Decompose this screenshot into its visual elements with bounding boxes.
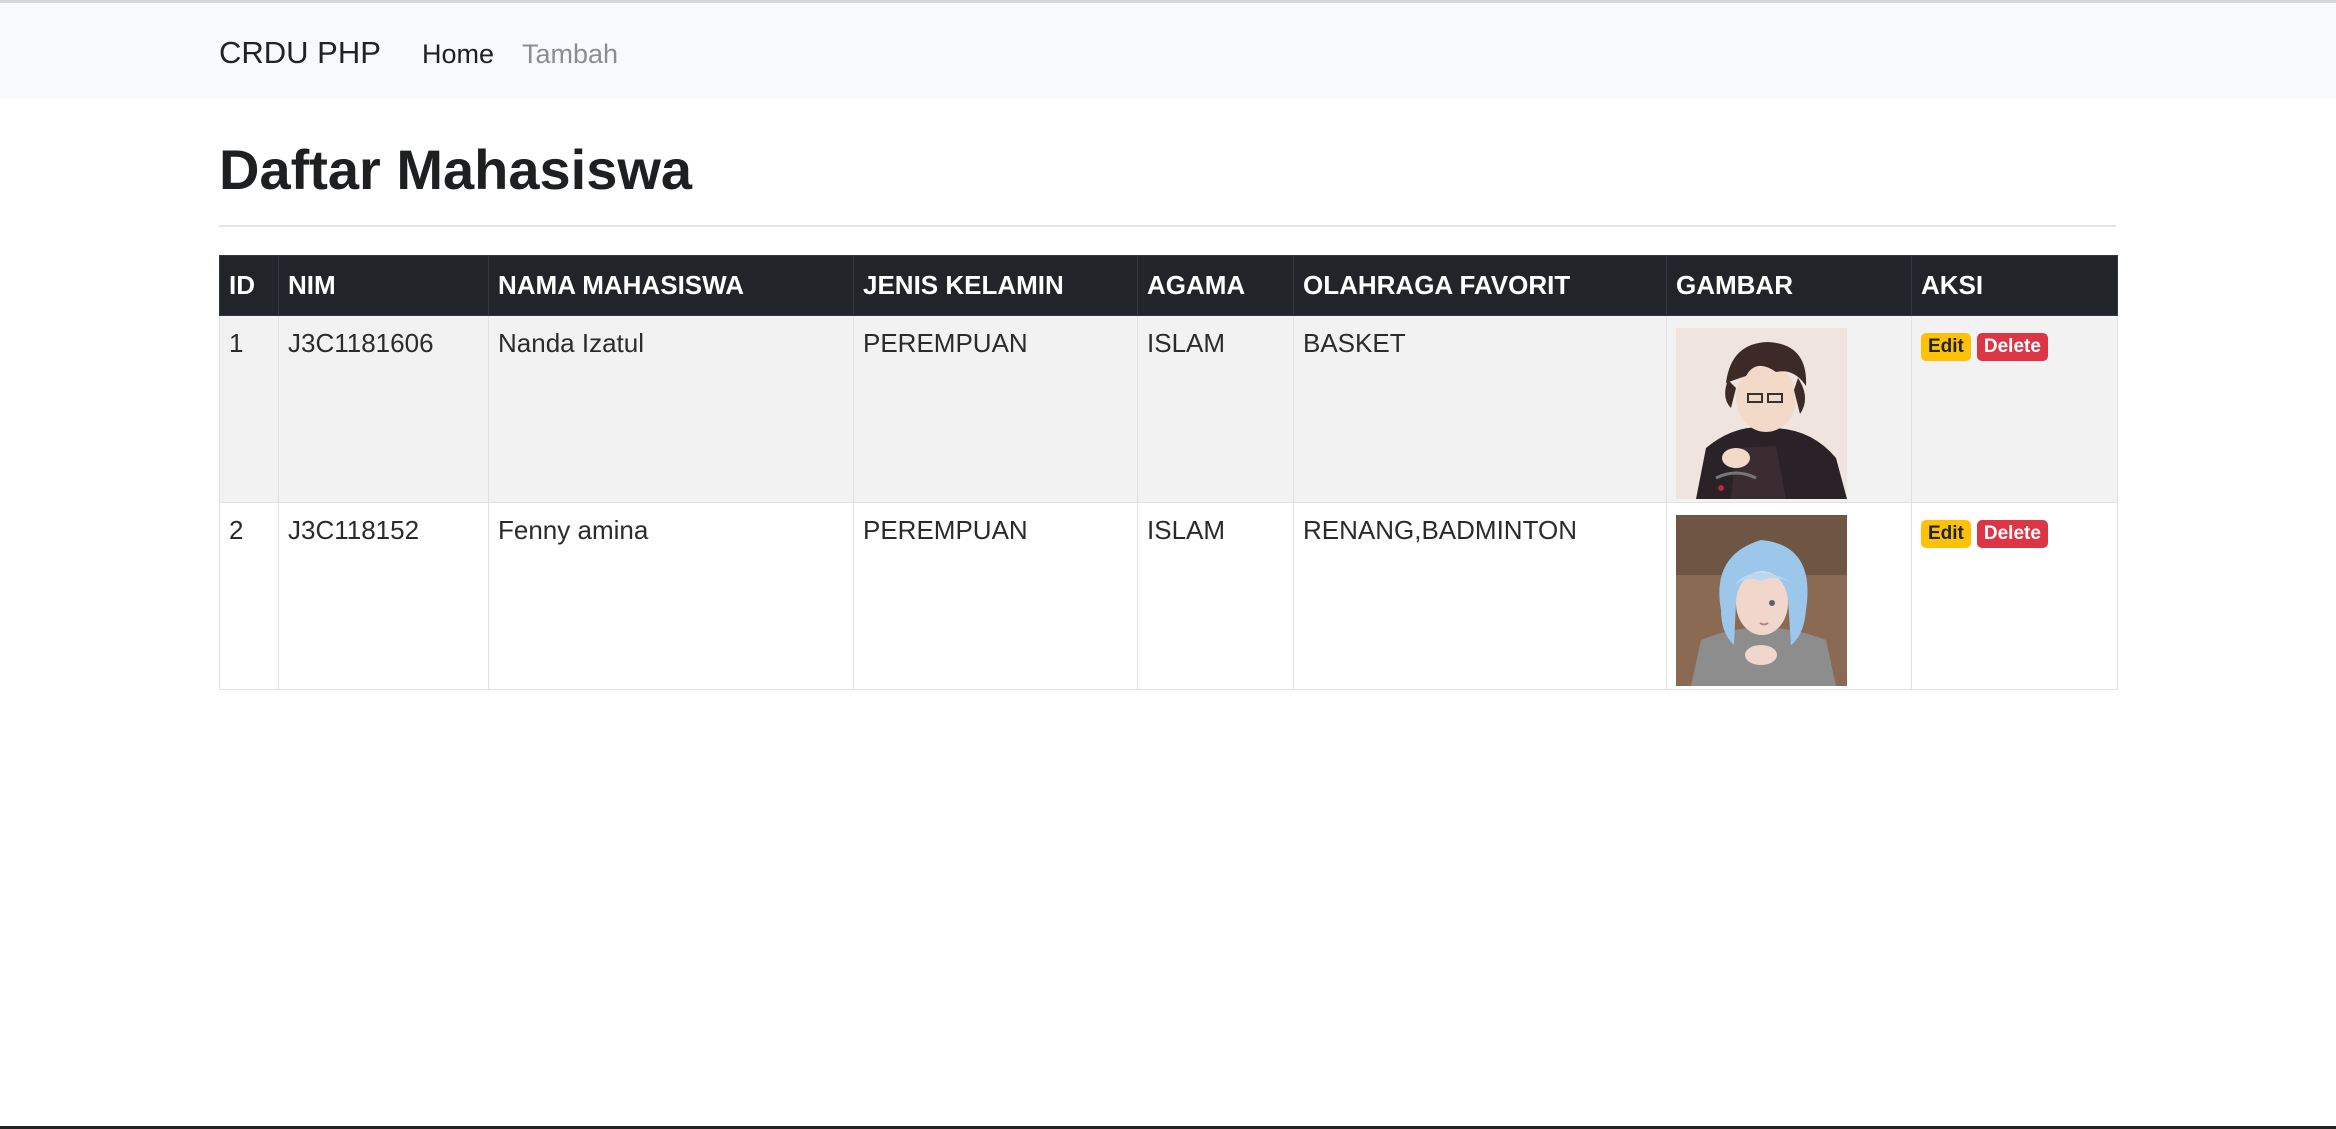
cell-nama: Nanda Izatul	[488, 315, 854, 503]
navbar-brand[interactable]: CRDU PHP	[219, 33, 381, 73]
column-header-id: ID	[219, 255, 279, 316]
cell-gambar	[1666, 315, 1912, 503]
delete-button[interactable]: Delete	[1976, 520, 2048, 548]
nav-link-home[interactable]: Home	[422, 36, 494, 72]
mahasiswa-table: ID NIM NAMA MAHASISWA JENIS KELAMIN AGAM…	[219, 255, 2118, 690]
column-header-nim: NIM	[278, 255, 489, 316]
cell-id: 1	[219, 315, 279, 503]
column-header-aksi: AKSI	[1911, 255, 2118, 316]
edit-button[interactable]: Edit	[1921, 520, 1971, 548]
table-row: 1 J3C1181606 Nanda Izatul PEREMPUAN ISLA…	[219, 315, 2118, 503]
column-header-gambar: GAMBAR	[1666, 255, 1912, 316]
cell-nim: J3C1181606	[278, 315, 489, 503]
cell-nim: J3C118152	[278, 502, 489, 690]
cell-jenis-kelamin: PEREMPUAN	[853, 502, 1138, 690]
column-header-jenis-kelamin: JENIS KELAMIN	[853, 255, 1138, 316]
cell-aksi: Edit Delete	[1911, 315, 2118, 503]
cell-id: 2	[219, 502, 279, 690]
cell-nama: Fenny amina	[488, 502, 854, 690]
cell-olahraga: BASKET	[1293, 315, 1667, 503]
student-photo-girl	[1676, 515, 1847, 686]
student-photo-boy	[1676, 328, 1847, 499]
cell-agama: ISLAM	[1137, 502, 1294, 690]
cell-gambar	[1666, 502, 1912, 690]
title-divider	[219, 225, 2116, 227]
cell-jenis-kelamin: PEREMPUAN	[853, 315, 1138, 503]
navbar: CRDU PHP Home Tambah	[0, 3, 2336, 99]
table-row: 2 J3C118152 Fenny amina PEREMPUAN ISLAM …	[219, 502, 2118, 690]
column-header-olahraga: OLAHRAGA FAVORIT	[1293, 255, 1667, 316]
column-header-nama: NAMA MAHASISWA	[488, 255, 854, 316]
page-title: Daftar Mahasiswa	[219, 138, 693, 201]
cell-olahraga: RENANG,BADMINTON	[1293, 502, 1667, 690]
table-header-row: ID NIM NAMA MAHASISWA JENIS KELAMIN AGAM…	[219, 255, 2118, 316]
nav-link-tambah[interactable]: Tambah	[522, 36, 618, 72]
edit-button[interactable]: Edit	[1921, 333, 1971, 361]
delete-button[interactable]: Delete	[1976, 333, 2048, 361]
cell-agama: ISLAM	[1137, 315, 1294, 503]
cell-aksi: Edit Delete	[1911, 502, 2118, 690]
column-header-agama: AGAMA	[1137, 255, 1294, 316]
